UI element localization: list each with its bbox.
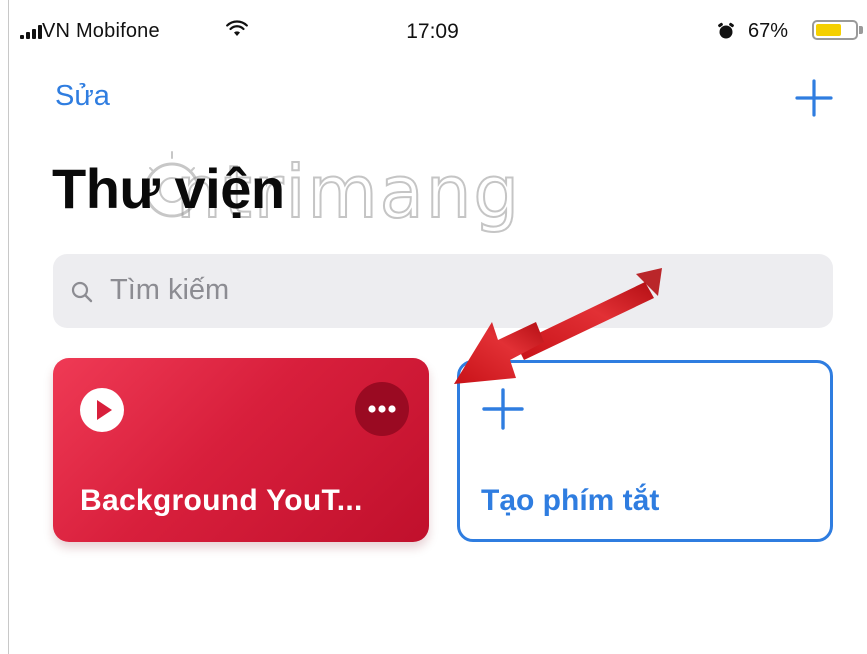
- shortcut-name: Background YouT...: [80, 484, 363, 517]
- create-shortcut-label: Tạo phím tắt: [481, 484, 660, 517]
- page-title: Thư viện: [52, 157, 285, 220]
- annotation-arrow-icon: [454, 268, 662, 384]
- status-bar: VN Mobifone 17:09 67%: [0, 0, 867, 60]
- plus-icon[interactable]: [794, 78, 834, 118]
- alarm-icon: [718, 22, 734, 39]
- battery-level-fill: [816, 24, 842, 36]
- play-icon: [80, 388, 124, 432]
- more-button[interactable]: [355, 382, 409, 436]
- battery-percent: 67%: [748, 20, 789, 42]
- battery-icon: [812, 20, 858, 40]
- search-placeholder: Tìm kiếm: [110, 274, 230, 306]
- battery-tip: [859, 26, 863, 34]
- status-time-row: 17:09: [0, 20, 867, 44]
- more-icon: [368, 405, 396, 413]
- edit-button[interactable]: Sửa: [55, 80, 110, 113]
- clock: 17:09: [406, 20, 459, 43]
- search-icon: [71, 281, 93, 303]
